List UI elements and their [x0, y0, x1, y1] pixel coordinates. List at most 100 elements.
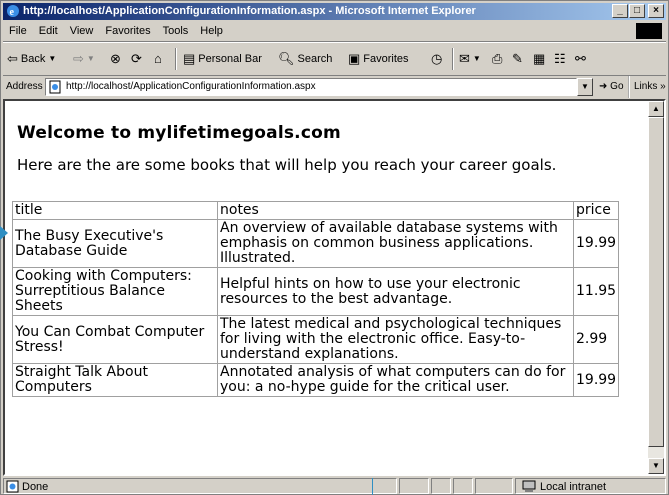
cell-title: The Busy Executive's Database Guide	[12, 219, 218, 268]
cell-notes: Annotated analysis of what computers can…	[217, 363, 574, 397]
browser-window: e http://localhost/ApplicationConfigurat…	[0, 0, 669, 495]
mail-icon: ✉	[459, 51, 470, 66]
back-button[interactable]: ⇦ Back ▼	[7, 50, 56, 68]
windows-logo-icon	[636, 23, 662, 39]
header-price: price	[572, 201, 620, 220]
research-icon: ⚯	[575, 51, 586, 66]
scroll-up-button[interactable]: ▲	[648, 101, 664, 117]
forward-arrow-icon: ⇨	[73, 51, 84, 66]
cell-price: 19.99	[572, 363, 620, 397]
security-zone: Local intranet	[515, 478, 666, 494]
page-content: Welcome to mylifetimegoals.com Here are …	[3, 99, 666, 476]
status-panel	[475, 478, 513, 494]
personal-bar-label: Personal Bar	[198, 53, 262, 65]
mail-button[interactable]: ✉ ▼	[459, 50, 481, 68]
svg-text:e: e	[10, 7, 15, 18]
search-label: Search	[297, 53, 333, 65]
page-heading: Welcome to mylifetimegoals.com	[17, 123, 341, 143]
menu-bar: File Edit View Favorites Tools Help	[3, 22, 666, 42]
vertical-scrollbar[interactable]: ▲ ▼	[648, 101, 664, 474]
history-button[interactable]: ◷	[431, 50, 442, 68]
cell-price: 19.99	[572, 219, 620, 268]
history-icon: ◷	[431, 51, 443, 66]
table-row: Straight Talk About Computers Annotated …	[12, 363, 620, 397]
security-zone-label: Local intranet	[540, 481, 607, 493]
messenger-button[interactable]: ☷	[554, 50, 566, 68]
scroll-down-button[interactable]: ▼	[648, 458, 664, 474]
cell-title: You Can Combat Computer Stress!	[12, 315, 218, 364]
print-icon: ⎙	[492, 51, 503, 66]
favorites-folder-icon: ▣	[348, 51, 361, 66]
forward-button[interactable]: ⇨ ▼	[73, 50, 95, 68]
status-bar: Done Local intranet	[3, 478, 666, 494]
header-title: title	[12, 201, 218, 220]
menu-favorites[interactable]: Favorites	[99, 22, 156, 41]
menu-edit[interactable]: Edit	[33, 22, 64, 41]
cell-notes: The latest medical and psychological tec…	[217, 315, 574, 364]
search-button[interactable]: 🔍︎ Search	[278, 50, 332, 68]
favorites-button[interactable]: ▣ Favorites	[348, 50, 409, 68]
title-bar: e http://localhost/ApplicationConfigurat…	[3, 3, 666, 20]
local-intranet-icon	[522, 480, 536, 492]
go-arrow-icon: ➜	[599, 81, 611, 92]
maximize-button[interactable]: □	[629, 4, 645, 18]
links-label: Links	[634, 81, 658, 92]
window-title: http://localhost/ApplicationConfiguratio…	[23, 5, 476, 17]
discuss-icon: ▦	[533, 51, 546, 66]
chevron-down-icon: ▼	[48, 54, 57, 63]
address-input[interactable]: http://localhost/ApplicationConfiguratio…	[45, 78, 577, 96]
page-done-icon	[6, 480, 19, 493]
edit-icon: ✎	[512, 51, 523, 66]
stop-button[interactable]: ⊗	[110, 50, 121, 68]
cell-price: 2.99	[572, 315, 620, 364]
page-intro: Here are the are some books that will he…	[17, 156, 557, 174]
toolbar: ⇦ Back ▼ ⇨ ▼ ⊗ ⟳ ⌂ ▤ Personal Bar 🔍︎ Sea…	[3, 42, 666, 76]
home-icon: ⌂	[154, 51, 162, 66]
address-bar: Address http://localhost/ApplicationConf…	[3, 76, 666, 98]
page-icon	[49, 80, 61, 94]
table-row: The Busy Executive's Database Guide An o…	[12, 219, 620, 268]
chevron-right-icon: »	[660, 81, 666, 92]
toolbar-separator	[175, 48, 177, 70]
search-icon: 🔍︎	[278, 51, 295, 66]
print-button[interactable]: ⎙	[492, 50, 502, 68]
go-button[interactable]: ➜ Go	[599, 76, 624, 98]
back-label: Back	[20, 53, 46, 65]
status-panel	[453, 478, 473, 494]
status-text: Done	[22, 481, 49, 493]
go-label: Go	[610, 81, 624, 92]
table-header-row: title notes price	[12, 201, 620, 220]
stop-icon: ⊗	[110, 51, 121, 66]
cell-price: 11.95	[572, 267, 620, 316]
menu-help[interactable]: Help	[194, 22, 229, 41]
table-row: You Can Combat Computer Stress! The late…	[12, 315, 620, 364]
edit-button[interactable]: ✎	[512, 50, 523, 68]
cell-title: Cooking with Computers: Surreptitious Ba…	[12, 267, 218, 316]
header-notes: notes	[217, 201, 574, 220]
personal-bar-icon: ▤	[183, 51, 196, 66]
refresh-icon: ⟳	[131, 51, 142, 66]
ie-logo-icon: e	[7, 5, 19, 18]
favorites-label: Favorites	[363, 53, 409, 65]
discuss-button[interactable]: ▦	[533, 50, 545, 68]
cell-notes: An overview of available database system…	[217, 219, 574, 268]
home-button[interactable]: ⌂	[154, 50, 162, 68]
books-table: title notes price The Busy Executive's D…	[12, 201, 620, 397]
personal-bar-button[interactable]: ▤ Personal Bar	[183, 50, 262, 68]
scroll-thumb[interactable]	[648, 117, 664, 447]
research-button[interactable]: ⚯	[575, 50, 586, 68]
address-dropdown-button[interactable]: ▼	[577, 78, 593, 96]
toolbar-separator	[452, 48, 454, 70]
menu-tools[interactable]: Tools	[157, 22, 195, 41]
messenger-icon: ☷	[554, 51, 566, 66]
menu-file[interactable]: File	[3, 22, 33, 41]
back-arrow-icon: ⇦	[7, 51, 18, 66]
close-button[interactable]: ×	[648, 4, 664, 18]
refresh-button[interactable]: ⟳	[131, 50, 142, 68]
minimize-button[interactable]: _	[612, 4, 628, 18]
status-text-panel: Done	[3, 478, 397, 494]
links-button[interactable]: Links »	[628, 76, 666, 98]
menu-view[interactable]: View	[64, 22, 100, 41]
callout-line	[372, 478, 373, 495]
table-row: Cooking with Computers: Surreptitious Ba…	[12, 267, 620, 316]
